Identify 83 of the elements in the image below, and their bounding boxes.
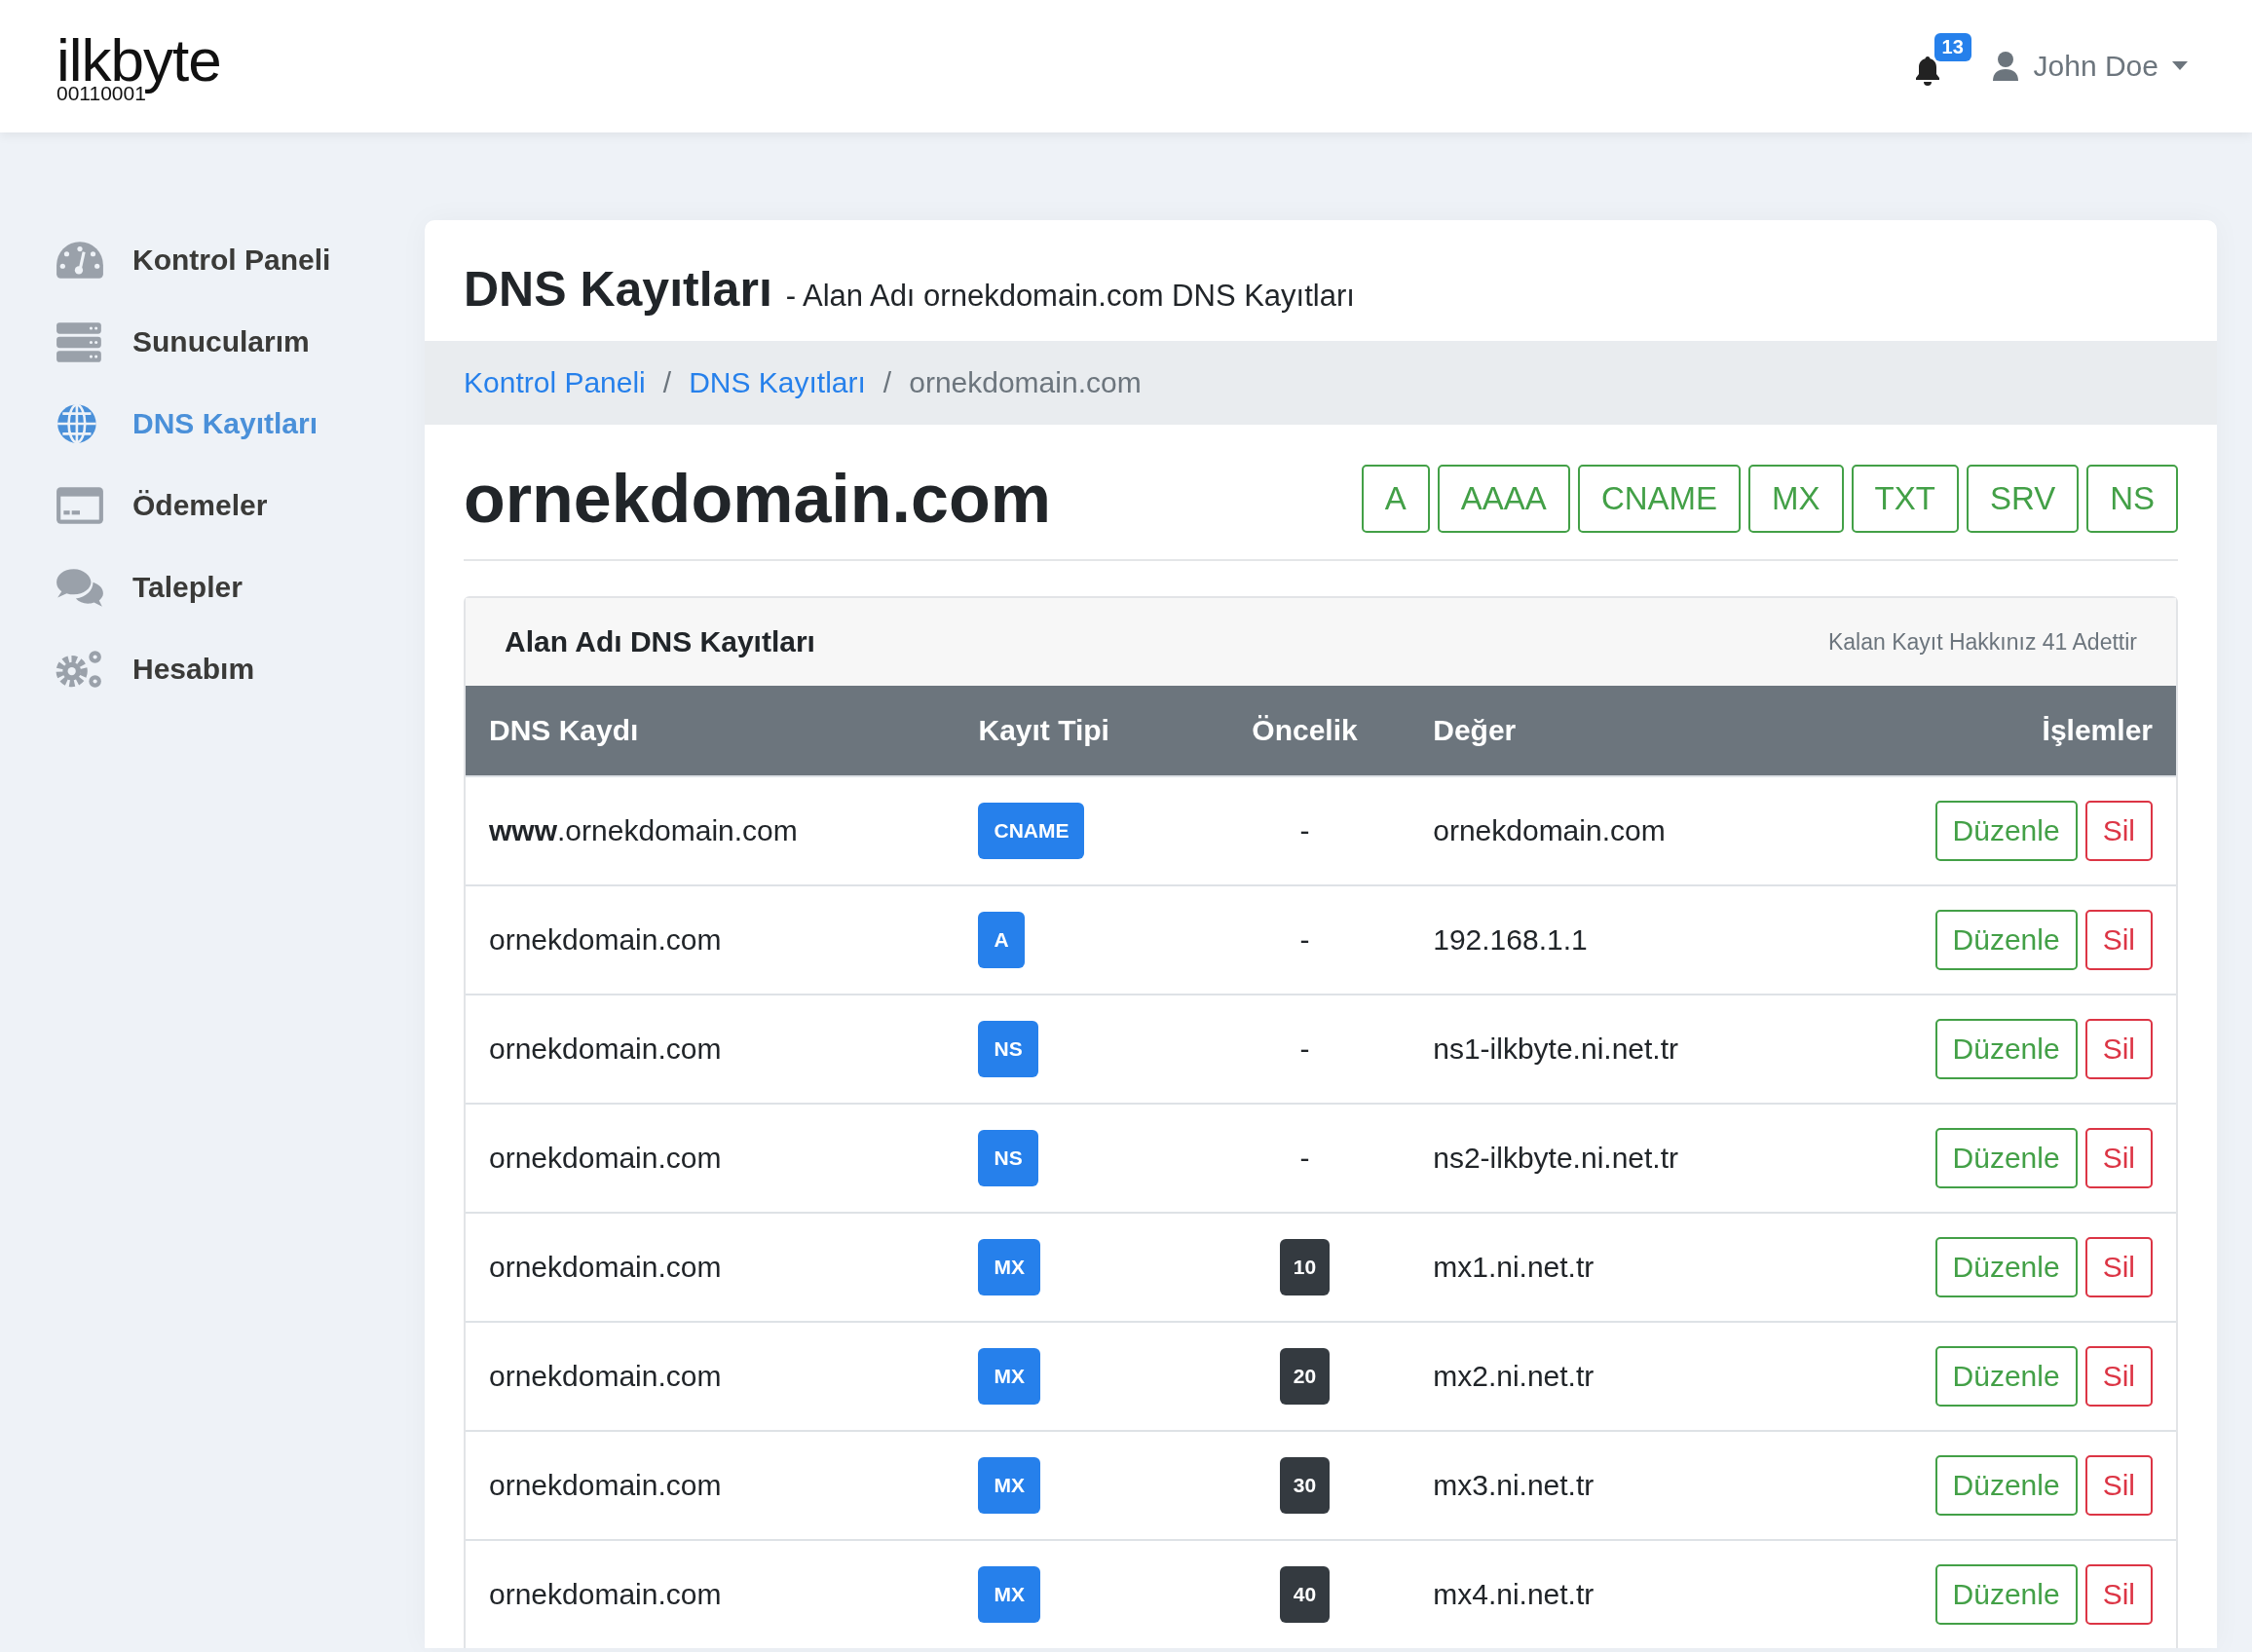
- gauge-icon: [55, 240, 105, 281]
- edit-button[interactable]: Düzenle: [1934, 1237, 2078, 1297]
- delete-button[interactable]: Sil: [2084, 1564, 2153, 1625]
- priority-badge: 40: [1279, 1566, 1331, 1623]
- edit-button[interactable]: Düzenle: [1934, 1019, 2078, 1079]
- type-badge: NS: [978, 1130, 1038, 1186]
- priority-badge: 20: [1279, 1348, 1331, 1405]
- sidebar-item[interactable]: Talepler: [55, 563, 425, 612]
- record-value: ornekdomain.com: [1409, 776, 1813, 885]
- column-header: DNS Kaydı: [466, 686, 956, 776]
- add-record-button[interactable]: CNAME: [1577, 465, 1742, 533]
- priority-text: -: [1299, 1032, 1310, 1065]
- delete-button[interactable]: Sil: [2084, 1237, 2153, 1297]
- breadcrumb-link[interactable]: DNS Kayıtları: [689, 366, 866, 399]
- delete-button[interactable]: Sil: [2084, 1455, 2153, 1516]
- edit-button[interactable]: Düzenle: [1934, 1564, 2078, 1625]
- user-name[interactable]: John Doe: [2033, 50, 2158, 83]
- breadcrumb-link[interactable]: Kontrol Paneli: [464, 366, 646, 399]
- type-badge: A: [978, 912, 1025, 968]
- domain-heading: ornekdomain.com: [464, 460, 1051, 538]
- chat-icon: [55, 567, 105, 608]
- user-icon: [1990, 51, 2020, 82]
- record-name: ornekdomain.com: [466, 1540, 956, 1648]
- breadcrumb-current: ornekdomain.com: [909, 366, 1142, 399]
- type-badge: MX: [978, 1239, 1040, 1295]
- page-title: DNS Kayıtları: [464, 261, 772, 318]
- priority-badge: 30: [1279, 1457, 1331, 1514]
- add-record-button[interactable]: TXT: [1851, 465, 1959, 533]
- quota-text: Kalan Kayıt Hakkınız 41 Adettir: [1827, 628, 2137, 656]
- record-value: ns1-ilkbyte.ni.net.tr: [1409, 995, 1813, 1104]
- record-name: ornekdomain.com: [466, 1104, 956, 1213]
- delete-button[interactable]: Sil: [2084, 910, 2153, 970]
- priority-text: -: [1299, 1142, 1310, 1174]
- edit-button[interactable]: Düzenle: [1934, 910, 2078, 970]
- notification-count: 13: [1933, 33, 1971, 61]
- sidebar-item[interactable]: Ödemeler: [55, 481, 425, 530]
- edit-button[interactable]: Düzenle: [1934, 801, 2078, 861]
- delete-button[interactable]: Sil: [2084, 1019, 2153, 1079]
- delete-button[interactable]: Sil: [2084, 801, 2153, 861]
- edit-button[interactable]: Düzenle: [1934, 1346, 2078, 1407]
- page-subtitle: - Alan Adı ornekdomain.com DNS Kayıtları: [785, 279, 1355, 314]
- panel-title: Alan Adı DNS Kayıtları: [505, 625, 815, 658]
- record-name: ornekdomain.com: [466, 1322, 956, 1431]
- record-value: mx1.ni.net.tr: [1409, 1213, 1813, 1322]
- delete-button[interactable]: Sil: [2084, 1346, 2153, 1407]
- record-value: 192.168.1.1: [1409, 885, 1813, 995]
- type-badge: MX: [978, 1348, 1040, 1405]
- record-name: www.ornekdomain.com: [466, 776, 956, 885]
- sidebar-item[interactable]: DNS Kayıtları: [55, 399, 425, 448]
- delete-button[interactable]: Sil: [2084, 1128, 2153, 1188]
- breadcrumb-separator: /: [662, 366, 672, 399]
- record-value: mx4.ni.net.tr: [1409, 1540, 1813, 1648]
- breadcrumb-separator: /: [882, 366, 892, 399]
- priority-text: -: [1299, 814, 1310, 846]
- column-header: Değer: [1409, 686, 1813, 776]
- add-record-button[interactable]: MX: [1748, 465, 1844, 533]
- add-record-button[interactable]: AAAA: [1437, 465, 1570, 533]
- add-record-button[interactable]: A: [1361, 465, 1430, 533]
- record-name: ornekdomain.com: [466, 885, 956, 995]
- type-badge: CNAME: [978, 803, 1085, 859]
- add-record-button[interactable]: NS: [2086, 465, 2178, 533]
- sidebar-item[interactable]: Hesabım: [55, 645, 425, 694]
- record-value: mx3.ni.net.tr: [1409, 1431, 1813, 1540]
- priority-text: -: [1299, 923, 1310, 956]
- column-header: Öncelik: [1199, 686, 1410, 776]
- sidebar-item[interactable]: Kontrol Paneli: [55, 236, 425, 284]
- record-name: ornekdomain.com: [466, 995, 956, 1104]
- type-badge: MX: [978, 1566, 1040, 1623]
- type-badge: MX: [978, 1457, 1040, 1514]
- priority-badge: 10: [1279, 1239, 1331, 1295]
- record-value: mx2.ni.net.tr: [1409, 1322, 1813, 1431]
- card-icon: [55, 485, 105, 526]
- column-header: İşlemler: [1812, 686, 2176, 776]
- column-header: Kayıt Tipi: [955, 686, 1200, 776]
- edit-button[interactable]: Düzenle: [1934, 1455, 2078, 1516]
- add-record-button[interactable]: SRV: [1966, 465, 2080, 533]
- edit-button[interactable]: Düzenle: [1934, 1128, 2078, 1188]
- sidebar-item[interactable]: Sunucularım: [55, 318, 425, 366]
- type-badge: NS: [978, 1021, 1038, 1077]
- record-value: ns2-ilkbyte.ni.net.tr: [1409, 1104, 1813, 1213]
- record-name: ornekdomain.com: [466, 1431, 956, 1540]
- record-name: ornekdomain.com: [466, 1213, 956, 1322]
- caret-icon[interactable]: [2172, 61, 2188, 71]
